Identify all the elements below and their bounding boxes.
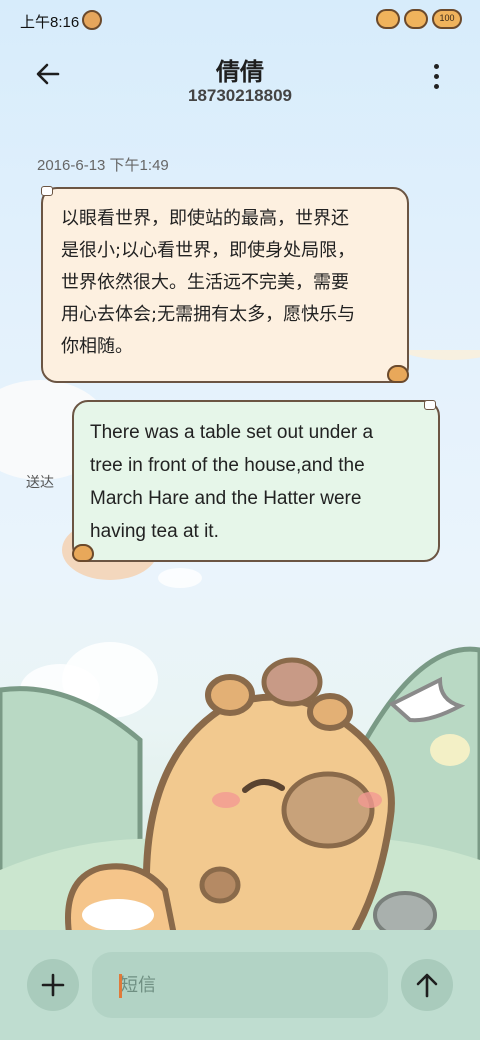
contact-name: 倩倩 [216,58,264,86]
capybara-sticker-icon [72,544,94,562]
conversation-header: 倩倩 18730218809 [0,44,480,114]
add-attachment-button[interactable] [27,959,79,1011]
wifi-icon [404,9,428,29]
send-arrow-up-icon [416,973,438,998]
delivery-status: 送达 [26,475,54,491]
message-composer [0,930,480,1040]
incoming-message-bubble[interactable]: 以眼看世界，即使站的最高，世界还 是很小;以心看世界，即使身处局限， 世界依然很… [41,186,409,383]
message-line: 用心去体会;无需拥有太多，愿快乐与 [61,304,356,325]
more-dot [433,83,439,89]
text-cursor [119,974,122,998]
more-vertical-icon [433,63,439,69]
status-icons: 100 [376,9,462,29]
more-options-button[interactable] [418,54,454,98]
signal-icon [376,9,400,29]
message-input[interactable] [92,952,388,1018]
message-line: 你相随。 [61,336,133,357]
plus-icon [41,973,65,997]
message-line: 是很小;以心看世界，即使身处局限， [61,240,356,261]
message-line: 以眼看世界，即使站的最高，世界还 [61,208,349,229]
more-dot [433,73,439,79]
capybara-sticker-icon [387,365,409,383]
message-line: 世界依然很大。生活远不完美，需要 [61,272,349,293]
contact-phone-number: 18730218809 [187,86,292,105]
status-bar: 上午8:16 100 [0,0,480,42]
status-time: 上午8:16 [20,14,80,31]
message-line: having tea at it. [90,521,219,542]
battery-level: 100 [439,13,455,23]
message-line: March Hare and the Hatter were [90,488,362,509]
battery-icon: 100 [432,9,462,29]
bubble-corner-tag-icon [41,186,53,196]
notification-app-icon [82,10,102,30]
message-timestamp: 2016-6-13 下午1:49 [37,157,169,174]
send-button[interactable] [401,959,453,1011]
message-line: There was a table set out under a [90,422,374,443]
bubble-corner-tag-icon [424,400,436,410]
message-line: tree in front of the house,and the [90,455,365,476]
outgoing-message-bubble[interactable]: There was a table set out under a tree i… [72,400,440,562]
